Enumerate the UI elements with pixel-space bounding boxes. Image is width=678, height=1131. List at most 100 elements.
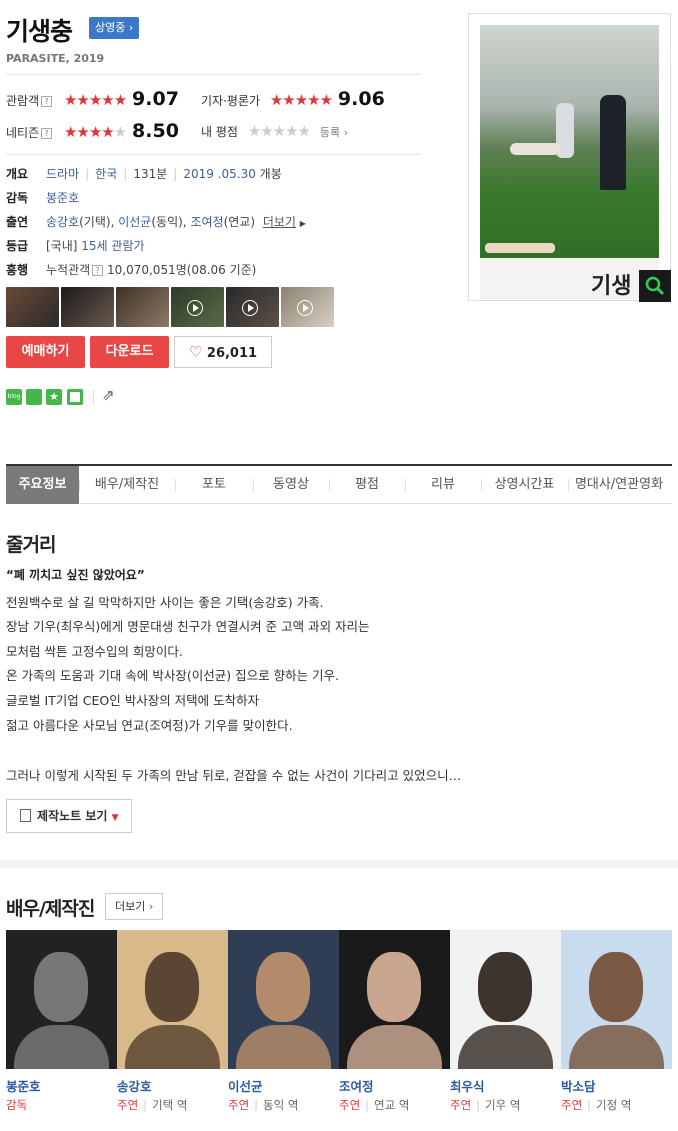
tab-showtimes[interactable]: 상영시간표 [481,466,568,504]
boxoffice-label: 흥행 [6,263,29,277]
poster-title: 기생 [591,274,632,299]
person-photo[interactable] [339,930,450,1069]
character-name: 동익 역 [263,1098,299,1112]
synopsis-line: 젊고 아름다운 사모님 연교(조여정)가 기우를 맞이한다. [6,718,293,733]
video-thumbnail[interactable] [226,287,279,327]
grade-link[interactable]: 15세 관람가 [81,239,144,253]
cast-role: (연교) [223,215,256,229]
overview-label: 개요 [6,167,29,181]
person-name[interactable]: 이선균 [228,1076,263,1095]
tab-rating[interactable]: 평점 [329,466,405,504]
rating-mine: 내 평점 ★★★★★ 등록 › [201,122,348,140]
rating-audience: 관람객? ★★★★★ 9.07 [6,88,179,110]
portrait-shape [14,1025,109,1069]
role-type: 감독 [6,1098,28,1112]
help-icon[interactable]: ? [41,128,53,139]
person-photo[interactable] [561,930,672,1069]
heart-icon: ♡ [188,343,203,361]
register-rating-link[interactable]: 등록 › [320,126,348,139]
tab-cast-crew[interactable]: 배우/제작진 [79,466,175,504]
tab-review[interactable]: 리뷰 [405,466,481,504]
portrait-shape [256,952,310,1022]
genre-link[interactable]: 드라마 [46,167,79,181]
star-rating: ★★★★★ [269,91,333,109]
cafe-share-icon[interactable] [26,389,42,405]
like-button[interactable]: ♡ 26,011 [174,336,272,368]
figure [600,95,626,190]
reserve-button[interactable]: 예매하기 [6,336,85,368]
document-icon [20,809,31,822]
video-thumbnail[interactable] [171,287,224,327]
runtime: 131분 [133,167,168,181]
rating-label: 관람객 [6,94,40,108]
tab-video[interactable]: 동영상 [253,466,329,504]
person-role: 주연 | 연교 역 [339,1097,409,1113]
share-icon[interactable]: ⇗ [102,386,115,404]
help-icon[interactable]: ? [92,265,104,276]
release-suffix: 개봉 [259,167,282,181]
caret-down-icon: ▼ [111,813,119,823]
boxoffice-date: (08.06 기준) [186,263,257,277]
search-icon [645,276,665,296]
release-date-link[interactable]: 2019 .05.30 [183,167,256,181]
cast-link[interactable]: 이선균 [118,215,151,229]
role-type: 주연 [450,1098,472,1112]
rating-netizen: 네티즌? ★★★★★ 8.50 [6,120,179,142]
portrait-shape [589,952,643,1022]
person-photo[interactable] [450,930,561,1069]
role-type: 주연 [228,1098,250,1112]
tab-quotes-related[interactable]: 명대사/연관영화 [568,466,670,504]
role-type: 주연 [339,1098,361,1112]
play-icon [297,300,313,316]
magnify-button[interactable] [639,270,671,302]
star-rating-empty[interactable]: ★★★★★ [248,122,311,140]
person-name[interactable]: 봉준호 [6,1076,41,1095]
movie-title: 기생충 [6,17,73,46]
play-icon [187,300,203,316]
portrait-shape [347,1025,442,1069]
portrait-shape [145,952,199,1022]
tab-photo[interactable]: 포토 [175,466,253,504]
tab-bar: 주요정보 배우/제작진 포토 동영상 평점 리뷰 상영시간표 명대사/연관영화 [6,464,672,504]
download-button[interactable]: 다운로드 [90,336,169,368]
now-showing-badge[interactable]: 상영중 › [89,17,140,39]
star-share-icon[interactable]: ★ [46,389,62,405]
video-thumbnail[interactable] [281,287,334,327]
cast-link[interactable]: 송강호 [46,215,79,229]
star-rating: ★★★★★ [63,123,127,141]
separator: | [254,1098,259,1112]
chevron-right-icon: › [128,21,134,34]
grade-prefix: [국내] [46,239,78,253]
caret-right-icon: ▶ [299,219,306,228]
like-count: 26,011 [206,346,258,361]
person-role: 감독 [6,1097,27,1113]
rating-label: 기자·평론가 [201,94,261,108]
tab-main-info[interactable]: 주요정보 [6,466,79,504]
divider [93,390,94,404]
country-link[interactable]: 한국 [95,167,117,181]
people-more-button[interactable]: 더보기 › [105,893,164,920]
star-rating: ★★★★★ [63,91,127,109]
person-photo[interactable] [228,930,339,1069]
blog-share-icon[interactable]: blog [6,389,22,405]
person-photo[interactable] [6,930,117,1069]
poster-image[interactable] [480,25,659,299]
person-name[interactable]: 박소담 [561,1076,596,1095]
portrait-shape [34,952,88,1022]
rating-score: 8.50 [132,120,179,142]
cast-more-link[interactable]: 더보기 [263,215,296,229]
cast-link[interactable]: 조여정 [190,215,223,229]
figure [510,143,560,155]
photo-thumbnail[interactable] [6,287,59,327]
boxoffice-text: 누적관객 [46,263,91,277]
photo-thumbnail[interactable] [61,287,114,327]
help-icon[interactable]: ? [41,96,53,107]
person-name[interactable]: 최우식 [450,1076,485,1095]
director-link[interactable]: 봉준호 [46,191,79,205]
memo-share-icon[interactable] [67,389,83,405]
person-name[interactable]: 조여정 [339,1076,374,1095]
person-photo[interactable] [117,930,228,1069]
production-note-button[interactable]: 제작노트 보기 ▼ [6,799,132,833]
photo-thumbnail[interactable] [116,287,169,327]
person-name[interactable]: 송강호 [117,1076,152,1095]
